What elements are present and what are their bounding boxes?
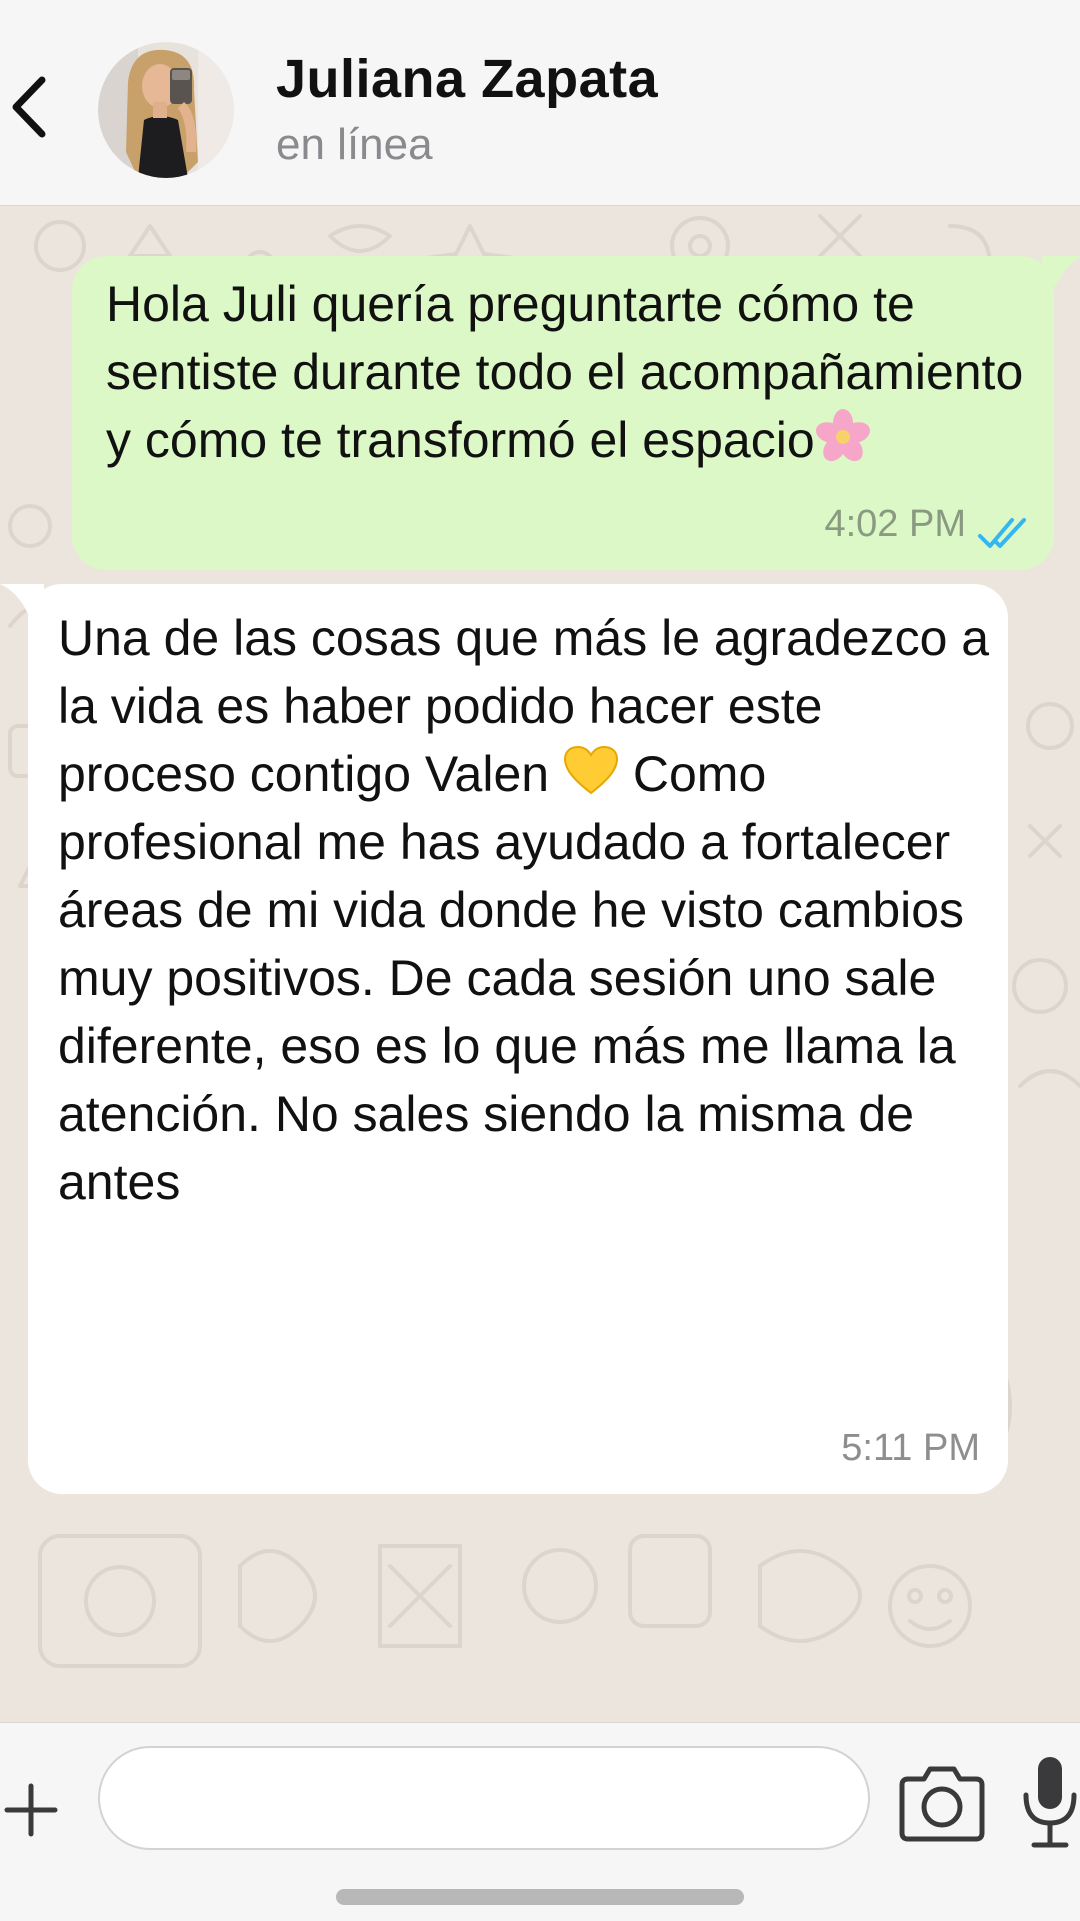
microphone-icon <box>1023 1757 1077 1848</box>
message-time: 4:02 PM <box>824 503 966 545</box>
message-text-content: Hola Juli quería preguntarte cómo te sen… <box>106 276 1024 468</box>
double-check-icon <box>978 518 1026 548</box>
message-text-part-2: Como profesional me has ayudado a fortal… <box>58 746 965 1210</box>
avatar[interactable] <box>98 42 234 178</box>
plus-icon <box>4 1783 58 1837</box>
microphone-button[interactable] <box>1020 1753 1080 1853</box>
camera-button[interactable] <box>896 1763 988 1843</box>
message-input[interactable] <box>98 1746 870 1850</box>
message-incoming[interactable]: Una de las cosas que más le agradezco a … <box>28 584 1008 1494</box>
camera-icon <box>899 1766 985 1842</box>
message-text-part-1: Una de las cosas que más le agradezco a … <box>58 610 990 802</box>
home-indicator <box>336 1889 744 1905</box>
chat-area[interactable]: Hola Juli quería preguntarte cómo te sen… <box>0 206 1080 1722</box>
input-bar <box>0 1722 1080 1921</box>
contact-name[interactable]: Juliana Zapata <box>276 48 658 110</box>
message-text: Una de las cosas que más le agradezco a … <box>58 604 998 1216</box>
message-outgoing[interactable]: Hola Juli quería preguntarte cómo te sen… <box>72 256 1054 570</box>
attach-button[interactable] <box>0 1755 62 1865</box>
cherry-blossom-icon <box>815 409 870 462</box>
chevron-left-icon <box>12 76 46 138</box>
chat-header: Juliana Zapata en línea <box>0 0 1080 206</box>
contact-status: en línea <box>276 120 433 169</box>
yellow-heart-icon <box>563 745 618 795</box>
message-text: Hola Juli quería preguntarte cómo te sen… <box>106 270 1036 474</box>
back-button[interactable] <box>0 62 60 152</box>
message-time: 5:11 PM <box>841 1427 980 1469</box>
